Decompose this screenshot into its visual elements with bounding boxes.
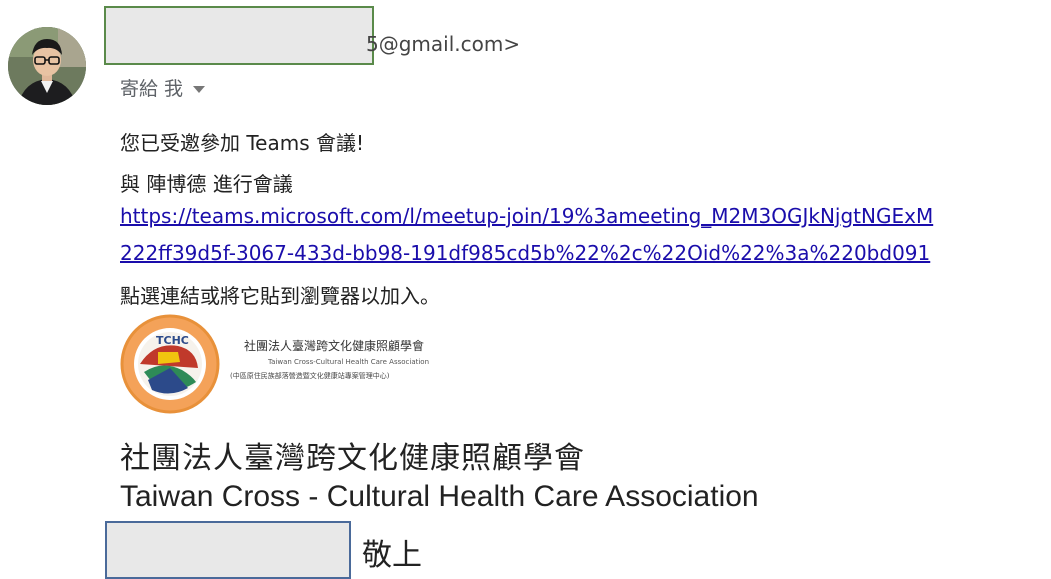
logo-name-zh: 社團法人臺灣跨文化健康照顧學會 xyxy=(244,338,424,353)
signature-closing: 敬上 xyxy=(362,538,422,573)
association-logo: TCHC 社團法人臺灣跨文化健康照顧學會 Taiwan Cross-Cultur… xyxy=(118,312,528,416)
logo-name-en: Taiwan Cross-Cultural Health Care Associ… xyxy=(267,358,429,366)
recipient-details-toggle[interactable]: 寄給 我 xyxy=(120,74,206,101)
svg-text:TCHC: TCHC xyxy=(156,334,189,347)
logo-subtitle: (中區原住民族部落營造暨文化健康站專案管理中心) xyxy=(230,371,390,380)
recipient-label: 寄給 我 xyxy=(120,78,184,100)
sender-avatar[interactable] xyxy=(8,27,86,105)
join-instruction: 點選連結或將它貼到瀏覽器以加入。 xyxy=(120,284,440,308)
meeting-with-line: 與 陣博德 進行會議 xyxy=(120,172,293,196)
signature-org-en: Taiwan Cross - Cultural Health Care Asso… xyxy=(120,480,759,513)
invite-heading: 您已受邀參加 Teams 會議! xyxy=(120,131,365,155)
redacted-signature-name xyxy=(105,521,351,579)
meeting-link-line1[interactable]: https://teams.microsoft.com/l/meetup-joi… xyxy=(120,204,933,228)
redacted-sender-name xyxy=(104,6,374,65)
sender-email: 5@gmail.com> xyxy=(366,32,521,56)
dropdown-caret-icon xyxy=(193,86,206,93)
meeting-link-line2[interactable]: 222ff39d5f-3067-433d-bb98-191df985cd5b%2… xyxy=(120,241,930,265)
signature-org-zh: 社團法人臺灣跨文化健康照顧學會 xyxy=(120,441,585,476)
